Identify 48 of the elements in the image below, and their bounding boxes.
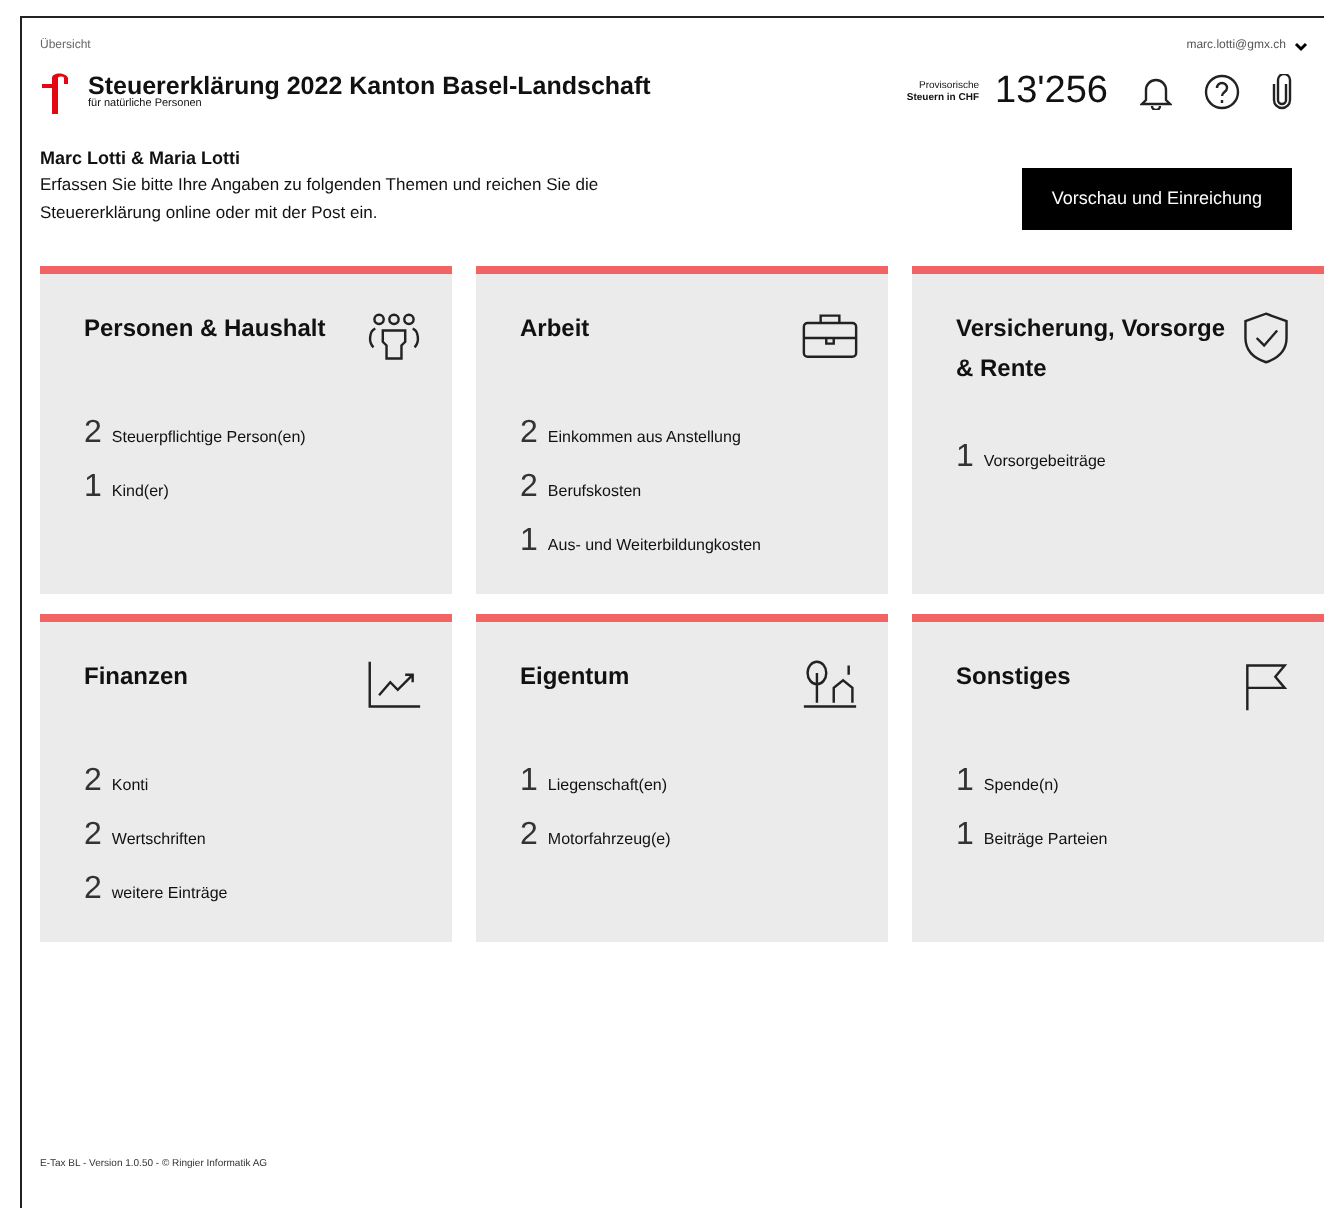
item-count: 2 <box>520 468 538 509</box>
item-label: Motorfahrzeug(e) <box>547 828 671 853</box>
topic-title: Eigentum <box>520 660 630 695</box>
item-count: 1 <box>956 816 974 857</box>
paperclip-icon[interactable] <box>1272 74 1292 111</box>
item-label: Kind(er) <box>111 480 169 505</box>
topic-title: Finanzen <box>84 660 189 695</box>
page-title: Steuererklärung 2022 Kanton Basel-Landschaft <box>88 73 651 100</box>
item-count: 1 <box>520 762 538 803</box>
item-label: Vorsorgebeiträge <box>983 449 1106 474</box>
topic-card[interactable]: Personen & Haushalt 2 Steuerpflichtige Person(en) 1 Kind(er) <box>40 266 452 595</box>
topic-card[interactable]: Versicherung, Vorsorge & Rente 1 Vorsorgebeiträge <box>912 266 1324 595</box>
topic-title: Personen & Haushalt <box>84 312 326 347</box>
item-label: Einkommen aus Anstellung <box>547 426 741 451</box>
item-count: 1 <box>520 522 538 563</box>
help-icon[interactable] <box>1204 74 1240 111</box>
topic-title: Arbeit <box>520 312 590 347</box>
item-label: Berufskosten <box>547 480 642 505</box>
item-label: Aus- und Weiterbildungkosten <box>547 534 761 559</box>
item-count: 2 <box>84 762 102 803</box>
topic-card[interactable]: Eigentum 1 Liegenschaft(en) 2 Motorfahrzeug(e) <box>476 614 888 943</box>
topic-title: Versicherung, Vorsorge & Rente <box>956 312 1226 386</box>
topic-card[interactable]: Arbeit 2 Einkommen aus Anstellung 2 Berufskosten 1 Aus- und Weiterbildungkosten <box>476 266 888 595</box>
item-label: Konti <box>111 774 149 799</box>
item-count: 1 <box>84 468 102 509</box>
taxpayer-names: Marc Lotti & Maria Lotti <box>40 145 243 171</box>
logo-icon <box>40 70 72 115</box>
item-count: 1 <box>956 762 974 803</box>
item-label: Spende(n) <box>983 774 1059 799</box>
item-count: 2 <box>84 414 102 455</box>
topic-title: Sonstiges <box>956 660 1071 695</box>
tax-amount: 13'256 <box>995 68 1108 116</box>
topic-card[interactable]: Finanzen 2 Konti 2 Wertschriften 2 weitere Einträge <box>40 614 452 943</box>
intro-text: Erfassen Sie bitte Ihre Angaben zu folgenden Themen und reichen Sie die Steuererklärung online oder mit der Post ein. <box>40 172 601 226</box>
item-count: 2 <box>84 816 102 857</box>
item-count: 1 <box>956 437 974 478</box>
item-count: 2 <box>520 816 538 857</box>
item-count: 2 <box>520 414 538 455</box>
item-label: Wertschriften <box>111 828 206 853</box>
item-label: Steuerpflichtige Person(en) <box>111 426 306 451</box>
chevron-down-icon[interactable] <box>1294 42 1308 52</box>
item-label: Liegenschaft(en) <box>547 774 667 799</box>
item-label: weitere Einträge <box>111 882 228 907</box>
item-count: 2 <box>84 870 102 911</box>
topic-card[interactable]: Sonstiges 1 Spende(n) 1 Beiträge Parteien <box>912 614 1324 943</box>
submit-button[interactable]: Vorschau und Einreichung <box>1021 167 1292 231</box>
bell-icon[interactable] <box>1140 74 1172 111</box>
item-label: Beiträge Parteien <box>983 828 1108 853</box>
